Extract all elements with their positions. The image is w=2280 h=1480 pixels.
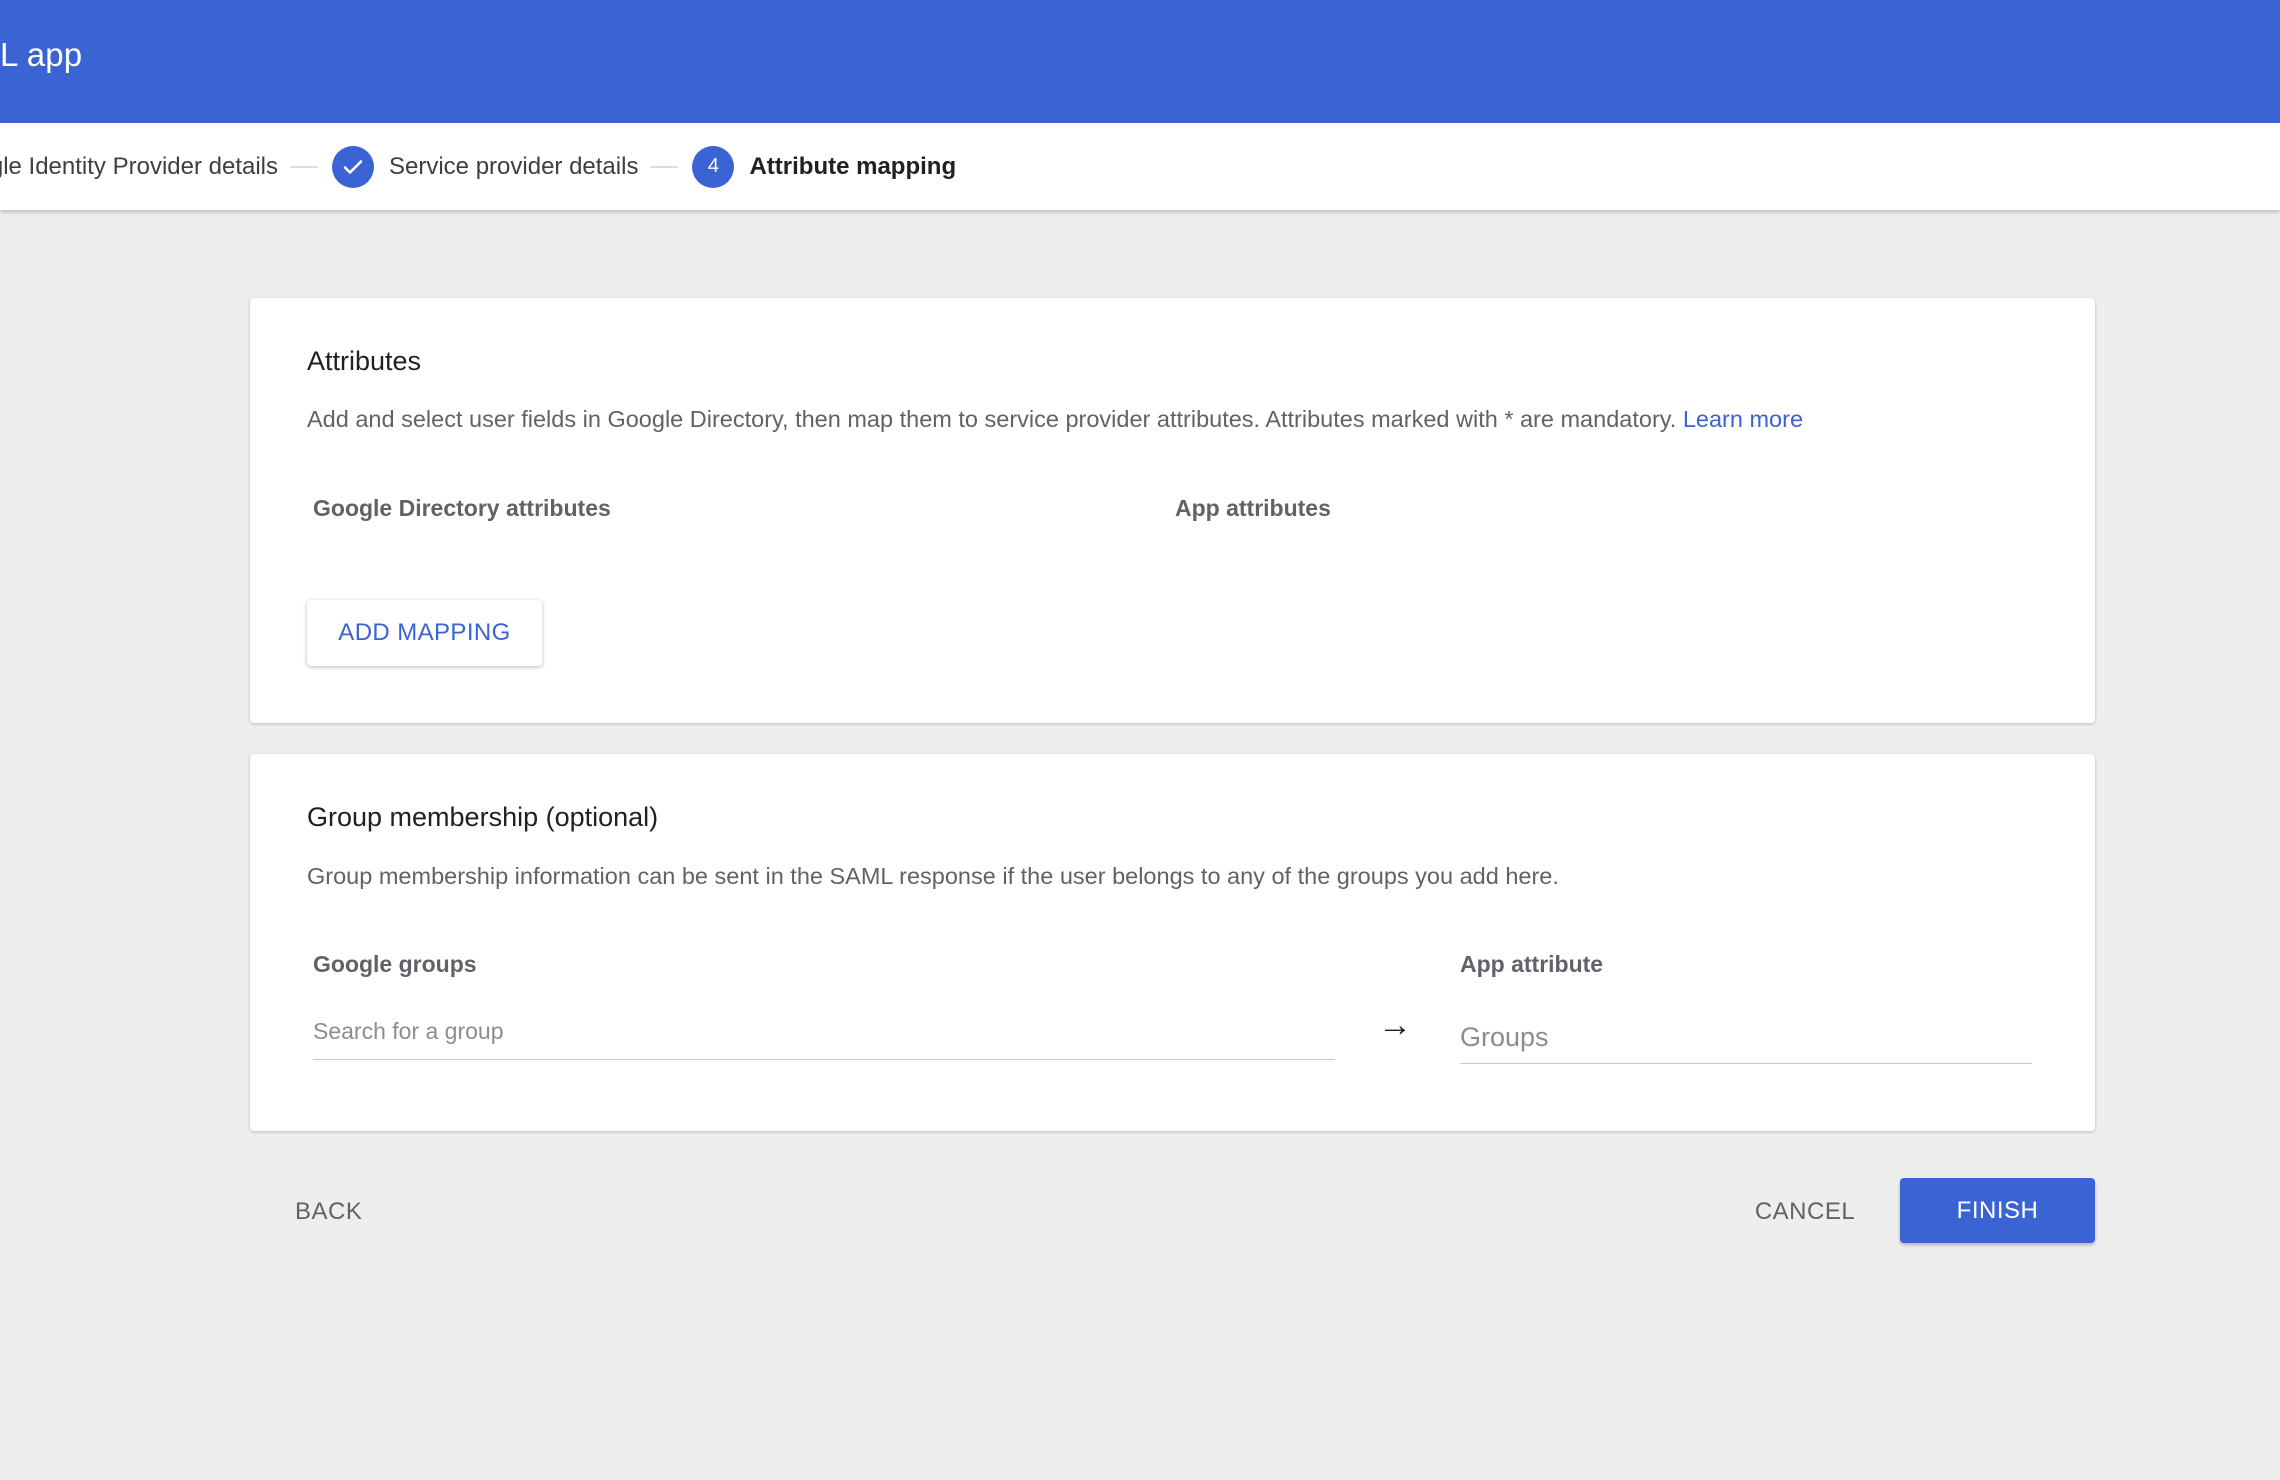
attributes-card: Attributes Add and select user fields in…: [250, 298, 2095, 723]
group-membership-card: Group membership (optional) Group member…: [250, 754, 2095, 1131]
finish-button[interactable]: FINISH: [1900, 1178, 2095, 1243]
col-google-groups: Google groups: [313, 951, 477, 977]
attributes-description: Add and select user fields in Google Dir…: [307, 406, 1803, 433]
step-connector: [650, 165, 679, 168]
step-connector: [290, 165, 318, 168]
col-directory-attributes: Google Directory attributes: [313, 495, 611, 521]
step-number-badge: 4: [692, 145, 735, 188]
group-membership-description: Group membership information can be sent…: [307, 863, 1559, 889]
col-app-attribute: App attribute: [1460, 951, 1604, 977]
app-header: L app: [0, 0, 2280, 123]
app-attribute-input[interactable]: [1460, 1012, 2032, 1064]
attributes-description-text: Add and select user fields in Google Dir…: [307, 406, 1677, 432]
group-membership-title: Group membership (optional): [307, 802, 659, 832]
col-app-attributes: App attributes: [1175, 495, 1331, 521]
group-search-input[interactable]: [313, 1004, 1335, 1060]
back-button[interactable]: BACK: [268, 1190, 388, 1234]
right-arrow-icon: →: [1378, 1006, 1412, 1044]
step-service-provider[interactable]: Service provider details: [332, 145, 639, 188]
step-identity-provider[interactable]: Google Identity Provider details: [0, 153, 278, 181]
page-title: L app: [0, 36, 83, 73]
cancel-button[interactable]: CANCEL: [1740, 1190, 1870, 1234]
step-attribute-mapping[interactable]: 4 Attribute mapping: [692, 145, 957, 188]
add-mapping-button[interactable]: ADD MAPPING: [307, 600, 542, 666]
learn-more-link[interactable]: Learn more: [1683, 406, 1803, 432]
check-icon: [332, 145, 374, 188]
step-label: Attribute mapping: [749, 152, 957, 180]
step-label: Service provider details: [389, 152, 639, 180]
attributes-title: Attributes: [307, 346, 422, 376]
stepper: Google Identity Provider details Service…: [0, 123, 2280, 210]
step-label: Google Identity Provider details: [0, 152, 278, 180]
